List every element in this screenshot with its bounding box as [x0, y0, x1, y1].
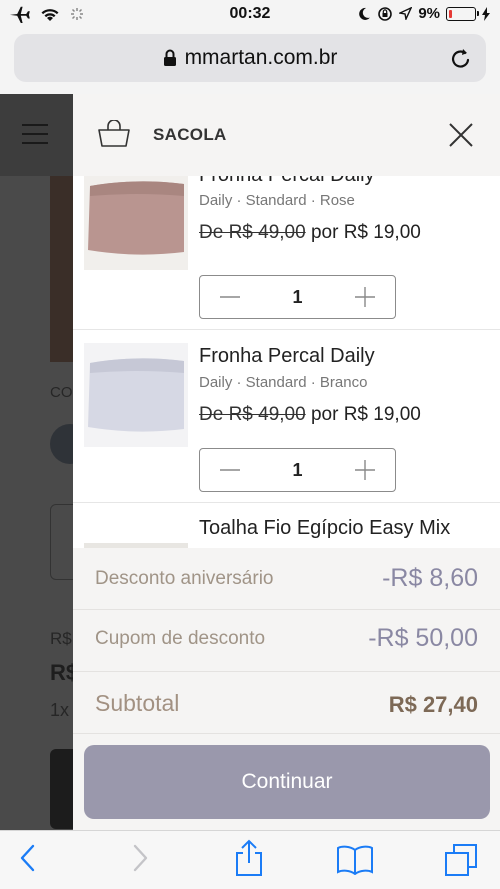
- new-price: por R$ 19,00: [310, 404, 421, 425]
- old-price: De R$ 49,00: [199, 222, 306, 243]
- coupon-row: Cupom de desconto -R$ 50,00: [73, 610, 500, 672]
- location-icon: [399, 7, 413, 20]
- cart-header: SACOLA: [73, 94, 500, 176]
- discount-label: Desconto aniversário: [95, 568, 274, 589]
- charging-icon: [482, 6, 490, 21]
- quantity-stepper: 1: [199, 275, 396, 319]
- tabs-icon[interactable]: [444, 843, 480, 877]
- reload-icon[interactable]: [450, 46, 472, 70]
- product-thumbnail: [84, 343, 188, 447]
- quantity-stepper: 1: [199, 448, 396, 492]
- background-old-price: R$: [50, 629, 72, 648]
- cart-summary: Desconto aniversário -R$ 8,60 Cupom de d…: [73, 548, 500, 830]
- cart-item: Fronha Percal Daily Daily · Standard · R…: [73, 176, 500, 330]
- background-text: CO: [50, 384, 73, 401]
- minus-icon: [220, 296, 240, 298]
- share-icon[interactable]: [233, 839, 265, 877]
- product-price: De R$ 49,00 por R$ 19,00: [199, 222, 421, 244]
- quantity-value: 1: [292, 287, 303, 307]
- coupon-value: -R$ 50,00: [368, 624, 478, 652]
- url-text: mmartan.com.br: [184, 46, 338, 69]
- cart-drawer: SACOLA Fronha Percal Daily Daily · Stand…: [73, 94, 500, 830]
- coupon-label: Cupom de desconto: [95, 628, 266, 649]
- product-price: De R$ 49,00 por R$ 19,00: [199, 404, 421, 426]
- increase-quantity-button[interactable]: [335, 276, 395, 318]
- minus-icon: [220, 469, 240, 471]
- product-thumbnail: [84, 176, 188, 270]
- subtotal-value: R$ 27,40: [388, 692, 478, 717]
- rotation-lock-icon: [378, 6, 393, 21]
- forward-icon[interactable]: [130, 843, 150, 873]
- background-installments: 1x: [50, 700, 70, 720]
- product-variant: Daily · Standard · Branco: [199, 374, 368, 391]
- plus-icon: [355, 287, 375, 307]
- shopping-bag-icon: [98, 120, 130, 147]
- discount-value: -R$ 8,60: [382, 564, 478, 592]
- background-product-image: [50, 176, 74, 362]
- address-bar[interactable]: mmartan.com.br: [14, 34, 486, 82]
- increase-quantity-button[interactable]: [335, 449, 395, 491]
- bookmarks-icon[interactable]: [336, 845, 374, 875]
- battery-percentage: 9%: [418, 5, 440, 22]
- background-header: [0, 94, 74, 176]
- old-price: De R$ 49,00: [199, 404, 306, 425]
- continue-button[interactable]: Continuar: [84, 745, 490, 819]
- subtotal-label: Subtotal: [95, 690, 180, 716]
- product-name: Fronha Percal Daily: [199, 345, 375, 367]
- lock-icon: [163, 49, 176, 66]
- battery-icon: [446, 6, 479, 21]
- quantity-value: 1: [292, 460, 303, 480]
- subtotal-row: Subtotal R$ 27,40: [73, 672, 500, 734]
- decrease-quantity-button[interactable]: [200, 276, 260, 318]
- moon-icon: [359, 7, 371, 20]
- browser-toolbar: [0, 830, 500, 889]
- menu-icon[interactable]: [22, 124, 48, 151]
- product-name: Fronha Percal Daily: [199, 176, 375, 187]
- new-price: por R$ 19,00: [310, 222, 421, 243]
- discount-row: Desconto aniversário -R$ 8,60: [73, 548, 500, 610]
- plus-icon: [355, 460, 375, 480]
- back-icon[interactable]: [18, 843, 38, 873]
- decrease-quantity-button[interactable]: [200, 449, 260, 491]
- status-bar: 00:32 9%: [0, 0, 500, 30]
- product-name: Toalha Fio Egípcio Easy Mix: [199, 517, 451, 539]
- status-right: 9%: [357, 5, 490, 22]
- close-icon[interactable]: [448, 122, 474, 148]
- cart-title: SACOLA: [153, 125, 227, 144]
- cart-item: Fronha Percal Daily Daily · Standard · B…: [73, 330, 500, 503]
- product-variant: Daily · Standard · Rose: [199, 192, 355, 209]
- browser-bar: mmartan.com.br: [0, 30, 500, 94]
